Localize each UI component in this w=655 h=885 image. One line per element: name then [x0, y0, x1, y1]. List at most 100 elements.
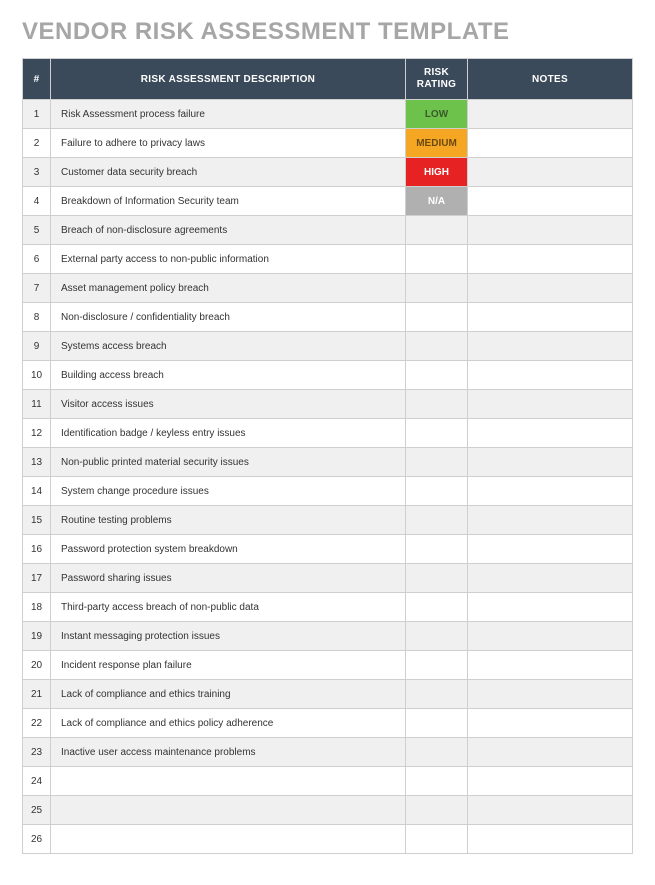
row-desc: Visitor access issues [51, 390, 406, 419]
row-desc: Non-public printed material security iss… [51, 448, 406, 477]
table-row: 3Customer data security breachHIGH [23, 158, 633, 187]
row-notes [468, 506, 633, 535]
row-rating [406, 564, 468, 593]
row-notes [468, 216, 633, 245]
row-rating [406, 680, 468, 709]
row-notes [468, 651, 633, 680]
table-row: 10Building access breach [23, 361, 633, 390]
row-rating [406, 738, 468, 767]
row-notes [468, 767, 633, 796]
row-rating [406, 216, 468, 245]
table-row: 20Incident response plan failure [23, 651, 633, 680]
table-row: 6External party access to non-public inf… [23, 245, 633, 274]
row-num: 13 [23, 448, 51, 477]
table-row: 26 [23, 825, 633, 854]
row-rating: MEDIUM [406, 129, 468, 158]
row-num: 26 [23, 825, 51, 854]
header-notes: NOTES [468, 59, 633, 100]
row-num: 21 [23, 680, 51, 709]
row-notes [468, 361, 633, 390]
row-num: 25 [23, 796, 51, 825]
row-rating [406, 651, 468, 680]
row-rating [406, 767, 468, 796]
row-num: 3 [23, 158, 51, 187]
header-rating: RISK RATING [406, 59, 468, 100]
table-row: 9Systems access breach [23, 332, 633, 361]
row-desc: Inactive user access maintenance problem… [51, 738, 406, 767]
row-notes [468, 564, 633, 593]
row-num: 15 [23, 506, 51, 535]
row-notes [468, 622, 633, 651]
table-row: 8Non-disclosure / confidentiality breach [23, 303, 633, 332]
table-row: 24 [23, 767, 633, 796]
row-desc [51, 767, 406, 796]
row-notes [468, 448, 633, 477]
row-rating [406, 593, 468, 622]
table-row: 13Non-public printed material security i… [23, 448, 633, 477]
row-desc: Lack of compliance and ethics policy adh… [51, 709, 406, 738]
row-rating: N/A [406, 187, 468, 216]
row-notes [468, 129, 633, 158]
row-desc: Lack of compliance and ethics training [51, 680, 406, 709]
row-num: 18 [23, 593, 51, 622]
header-row: # RISK ASSESSMENT DESCRIPTION RISK RATIN… [23, 59, 633, 100]
table-row: 15Routine testing problems [23, 506, 633, 535]
row-notes [468, 187, 633, 216]
table-row: 25 [23, 796, 633, 825]
row-num: 8 [23, 303, 51, 332]
row-num: 11 [23, 390, 51, 419]
table-row: 12Identification badge / keyless entry i… [23, 419, 633, 448]
row-desc: Third-party access breach of non-public … [51, 593, 406, 622]
row-desc [51, 825, 406, 854]
table-row: 19Instant messaging protection issues [23, 622, 633, 651]
header-num: # [23, 59, 51, 100]
row-desc: Routine testing problems [51, 506, 406, 535]
row-rating [406, 825, 468, 854]
row-rating [406, 506, 468, 535]
row-notes [468, 100, 633, 129]
table-row: 18Third-party access breach of non-publi… [23, 593, 633, 622]
row-notes [468, 535, 633, 564]
row-notes [468, 303, 633, 332]
row-num: 17 [23, 564, 51, 593]
row-rating [406, 477, 468, 506]
row-notes [468, 245, 633, 274]
row-rating [406, 361, 468, 390]
table-row: 23Inactive user access maintenance probl… [23, 738, 633, 767]
row-rating [406, 390, 468, 419]
row-num: 23 [23, 738, 51, 767]
row-num: 12 [23, 419, 51, 448]
table-row: 17Password sharing issues [23, 564, 633, 593]
row-notes [468, 419, 633, 448]
row-num: 7 [23, 274, 51, 303]
row-notes [468, 738, 633, 767]
row-desc: Breach of non-disclosure agreements [51, 216, 406, 245]
row-notes [468, 825, 633, 854]
row-desc: External party access to non-public info… [51, 245, 406, 274]
table-row: 16Password protection system breakdown [23, 535, 633, 564]
row-notes [468, 593, 633, 622]
row-desc: Password protection system breakdown [51, 535, 406, 564]
row-num: 2 [23, 129, 51, 158]
row-rating [406, 274, 468, 303]
row-desc: Asset management policy breach [51, 274, 406, 303]
row-num: 24 [23, 767, 51, 796]
row-num: 19 [23, 622, 51, 651]
table-row: 11Visitor access issues [23, 390, 633, 419]
row-num: 1 [23, 100, 51, 129]
row-notes [468, 274, 633, 303]
row-num: 20 [23, 651, 51, 680]
row-desc: System change procedure issues [51, 477, 406, 506]
row-num: 6 [23, 245, 51, 274]
row-desc: Password sharing issues [51, 564, 406, 593]
row-notes [468, 477, 633, 506]
row-rating: LOW [406, 100, 468, 129]
table-row: 1Risk Assessment process failureLOW [23, 100, 633, 129]
row-rating [406, 796, 468, 825]
row-rating [406, 245, 468, 274]
row-num: 22 [23, 709, 51, 738]
row-desc [51, 796, 406, 825]
row-num: 16 [23, 535, 51, 564]
table-row: 7Asset management policy breach [23, 274, 633, 303]
table-row: 4Breakdown of Information Security teamN… [23, 187, 633, 216]
